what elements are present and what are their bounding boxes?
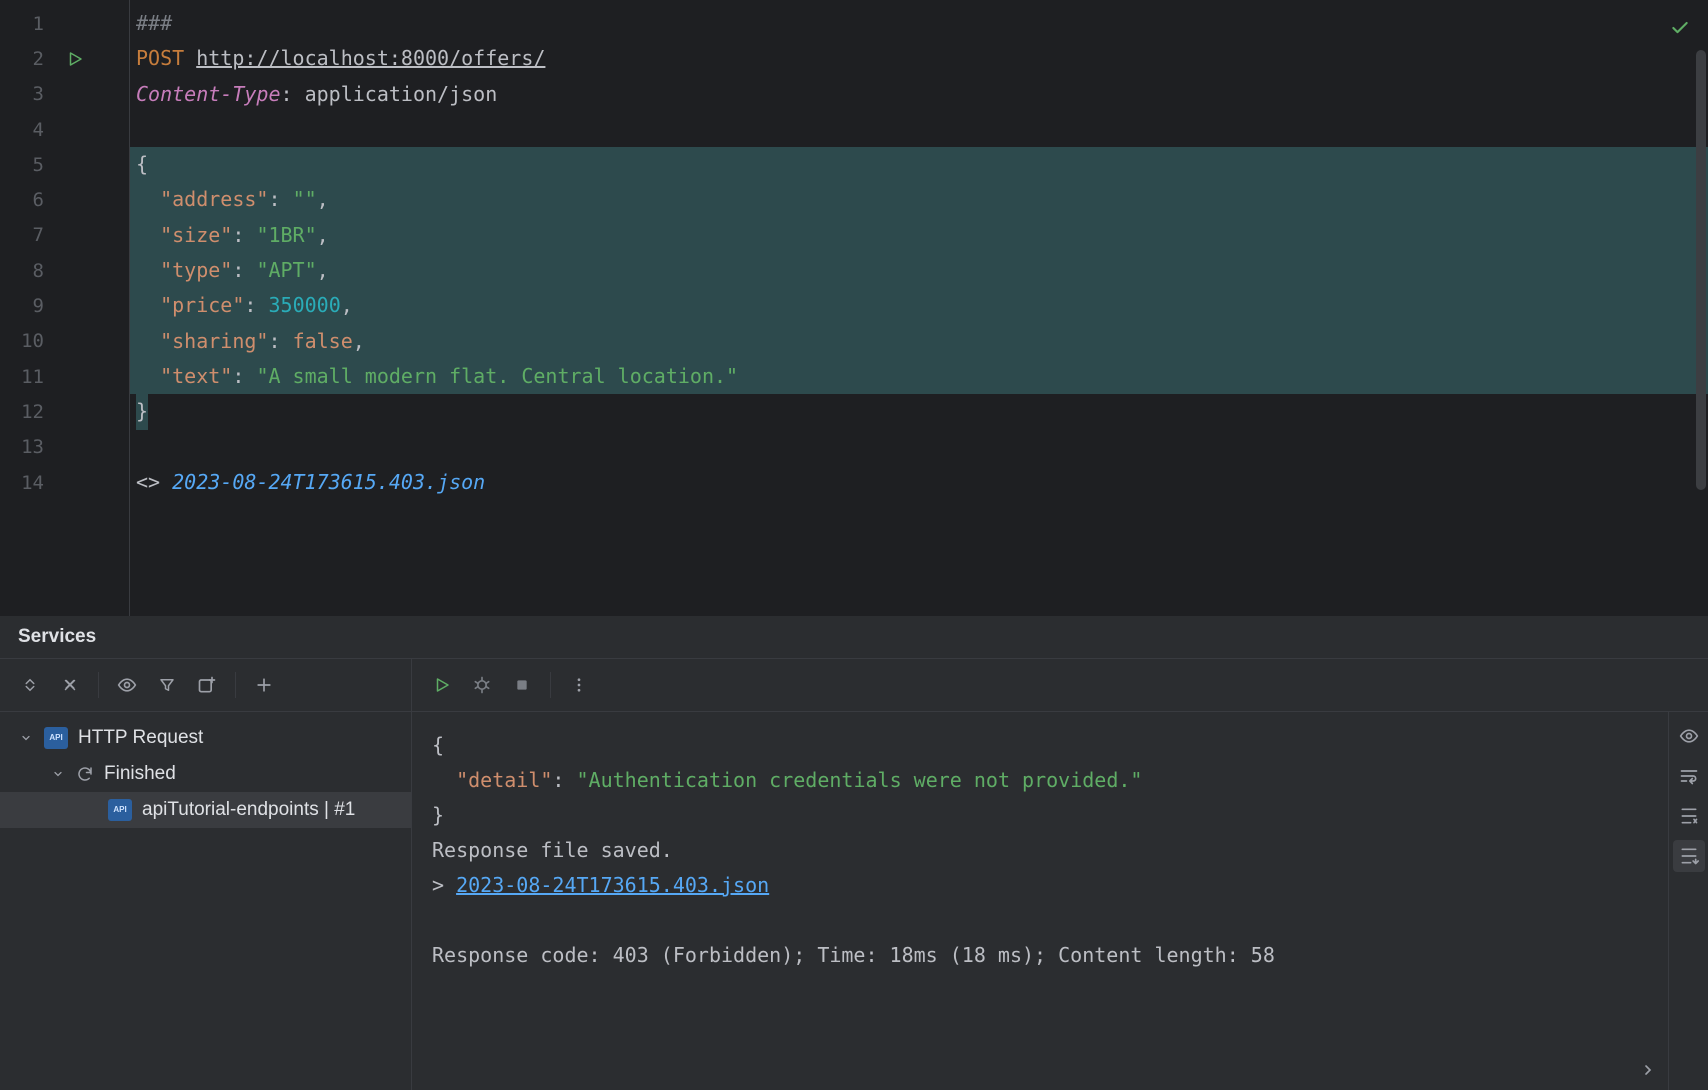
tree-node-http-request[interactable]: API HTTP Request bbox=[0, 720, 411, 756]
line-number: 13 bbox=[0, 430, 129, 465]
line-number: 4 bbox=[0, 112, 129, 147]
line-number: 8 bbox=[0, 253, 129, 288]
collapse-all-icon[interactable] bbox=[52, 667, 88, 703]
tree-label: apiTutorial-endpoints | #1 bbox=[142, 799, 355, 821]
problems-ok-icon[interactable] bbox=[1670, 18, 1690, 38]
http-method: POST bbox=[136, 46, 184, 70]
editor-gutter: 1 2 3 4 5 6 7 8 9 10 11 12 13 14 bbox=[0, 0, 130, 616]
response-side-toolbar bbox=[1668, 712, 1708, 1090]
code-editor[interactable]: ### POST http://localhost:8000/offers/ C… bbox=[130, 0, 1708, 616]
run-request-gutter-icon[interactable] bbox=[66, 50, 84, 68]
line-number: 6 bbox=[0, 182, 129, 217]
preview-eye-icon[interactable] bbox=[1673, 720, 1705, 752]
show-hidden-icon[interactable] bbox=[109, 667, 145, 703]
tree-label: Finished bbox=[104, 763, 176, 785]
response-output[interactable]: { "detail": "Authentication credentials … bbox=[412, 712, 1668, 1090]
services-tree: API HTTP Request Finished API apiTutoria… bbox=[0, 712, 412, 1090]
header-value: application/json bbox=[305, 82, 498, 106]
response-saved-text: Response file saved. bbox=[432, 838, 673, 862]
response-status-line: Response code: 403 (Forbidden); Time: 18… bbox=[432, 943, 1275, 967]
editor-area: 1 2 3 4 5 6 7 8 9 10 11 12 13 14 ### POS… bbox=[0, 0, 1708, 616]
services-panel: Services bbox=[0, 616, 1708, 1090]
services-toolbar bbox=[0, 658, 1708, 712]
tree-label: HTTP Request bbox=[78, 727, 203, 749]
line-number: 10 bbox=[0, 324, 129, 359]
soft-wrap-icon[interactable] bbox=[1673, 760, 1705, 792]
response-pane: { "detail": "Authentication credentials … bbox=[412, 712, 1708, 1090]
next-result-icon[interactable] bbox=[1640, 1062, 1656, 1078]
scroll-to-top-icon[interactable] bbox=[1673, 800, 1705, 832]
line-number: 3 bbox=[0, 77, 129, 112]
add-service-icon[interactable] bbox=[246, 667, 282, 703]
request-url: http://localhost:8000/offers/ bbox=[196, 46, 545, 70]
stop-icon[interactable] bbox=[504, 667, 540, 703]
line-number: 2 bbox=[0, 41, 129, 76]
line-number: 12 bbox=[0, 394, 129, 429]
refresh-icon bbox=[76, 765, 94, 783]
tree-node-finished[interactable]: Finished bbox=[0, 756, 411, 792]
tree-node-endpoint[interactable]: API apiTutorial-endpoints | #1 bbox=[0, 792, 411, 828]
expand-collapse-icon[interactable] bbox=[12, 667, 48, 703]
saved-response-file-link[interactable]: 2023-08-24T173615.403.json bbox=[172, 470, 485, 494]
header-name: Content-Type bbox=[136, 82, 281, 106]
api-icon: API bbox=[44, 727, 68, 749]
response-file-link[interactable]: 2023-08-24T173615.403.json bbox=[456, 873, 769, 897]
rerun-icon[interactable] bbox=[424, 667, 460, 703]
services-title: Services bbox=[0, 616, 1708, 658]
more-options-icon[interactable] bbox=[561, 667, 597, 703]
line-number: 11 bbox=[0, 359, 129, 394]
line-number: 5 bbox=[0, 147, 129, 182]
line-number: 14 bbox=[0, 465, 129, 500]
line-number: 7 bbox=[0, 218, 129, 253]
chevron-down-icon bbox=[52, 768, 66, 780]
line-number: 1 bbox=[0, 6, 129, 41]
chevron-down-icon bbox=[20, 732, 34, 744]
debug-icon[interactable] bbox=[464, 667, 500, 703]
editor-scrollbar[interactable] bbox=[1696, 50, 1706, 490]
scroll-to-end-icon[interactable] bbox=[1673, 840, 1705, 872]
line-number: 9 bbox=[0, 288, 129, 323]
api-icon: API bbox=[108, 799, 132, 821]
request-separator: ### bbox=[136, 11, 172, 35]
filter-icon[interactable] bbox=[149, 667, 185, 703]
new-session-icon[interactable] bbox=[189, 667, 225, 703]
